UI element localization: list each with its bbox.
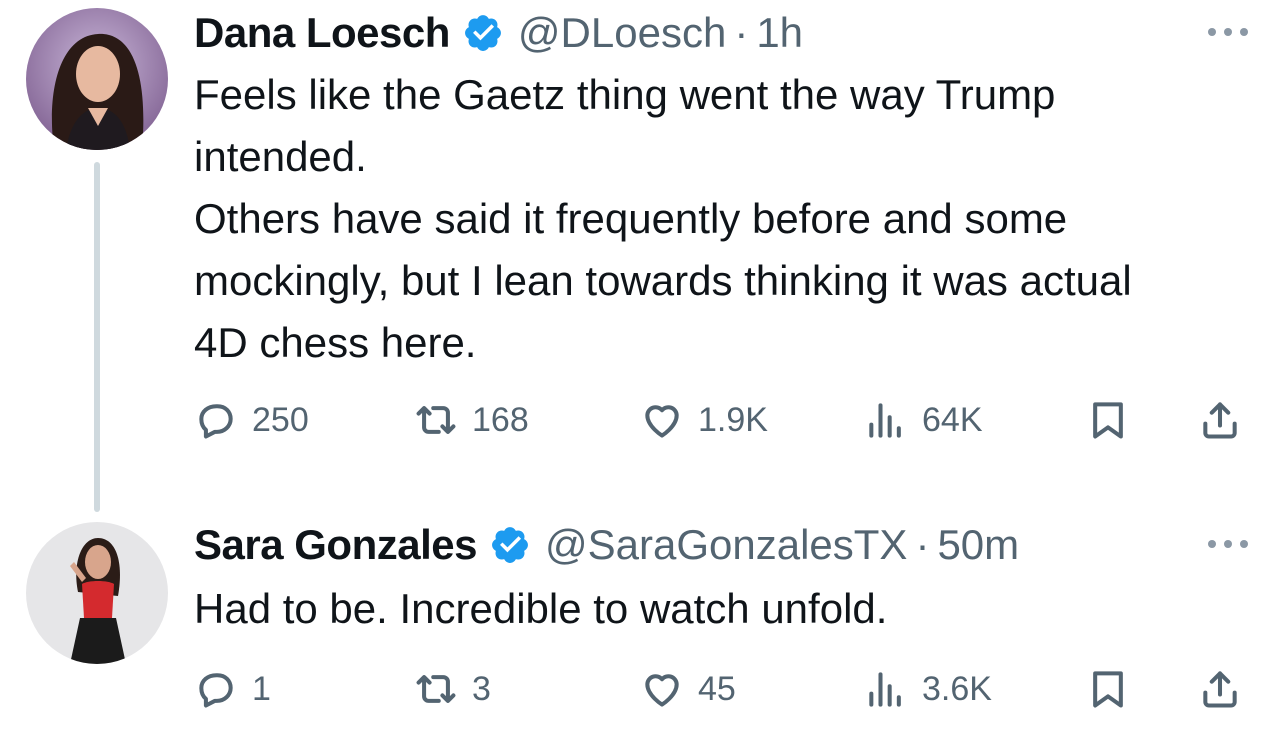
retweet-icon <box>416 675 456 703</box>
reply-icon <box>199 673 233 708</box>
bookmark-icon <box>1093 671 1123 708</box>
avatar[interactable] <box>26 522 168 664</box>
reply-count: 1 <box>252 669 271 708</box>
like-button[interactable]: 45 <box>640 664 736 714</box>
tweet-paragraph: Others have said it frequently before an… <box>194 195 1132 366</box>
bookmark-button[interactable] <box>1086 664 1130 714</box>
reply-icon <box>199 404 233 439</box>
timestamp[interactable]: 1h <box>756 8 803 58</box>
verified-badge-icon <box>492 527 528 563</box>
views-button[interactable]: 3.6K <box>864 664 992 714</box>
views-count: 64K <box>922 400 983 439</box>
reply-button[interactable]: 1 <box>194 664 271 714</box>
author-handle[interactable]: @DLoesch <box>518 8 726 58</box>
views-button[interactable]: 64K <box>864 395 983 445</box>
tweet-header: Sara Gonzales @SaraGonzalesTX · 50m <box>194 520 1019 570</box>
tweet-text: Feels like the Gaetz thing went the way … <box>194 64 1194 374</box>
retweet-button[interactable]: 3 <box>414 664 491 714</box>
verified-badge-icon <box>464 15 501 51</box>
retweet-icon <box>416 406 456 434</box>
separator-dot: · <box>915 521 930 568</box>
share-icon <box>1203 402 1237 439</box>
tweet-paragraph: Feels like the Gaetz thing went the way … <box>194 71 1056 180</box>
views-icon <box>869 403 901 438</box>
like-icon <box>645 674 679 707</box>
retweet-count: 3 <box>472 669 491 708</box>
tweet-text: Had to be. Incredible to watch unfold. <box>194 578 1194 640</box>
author-name[interactable]: Dana Loesch <box>194 8 450 58</box>
tweet-paragraph: Had to be. Incredible to watch unfold. <box>194 585 888 632</box>
like-count: 45 <box>698 669 736 708</box>
retweet-button[interactable]: 168 <box>414 395 529 445</box>
avatar[interactable] <box>26 8 168 150</box>
tweet-actions: 1 3 45 3.6K <box>194 664 1254 714</box>
author-name[interactable]: Sara Gonzales <box>194 520 477 570</box>
share-button[interactable] <box>1198 664 1242 714</box>
retweet-count: 168 <box>472 400 529 439</box>
bookmark-icon <box>1093 402 1123 439</box>
views-count: 3.6K <box>922 669 992 708</box>
share-icon <box>1203 671 1237 708</box>
author-handle[interactable]: @SaraGonzalesTX <box>545 520 907 570</box>
timestamp[interactable]: 50m <box>937 520 1019 570</box>
like-count: 1.9K <box>698 400 768 439</box>
like-button[interactable]: 1.9K <box>640 395 768 445</box>
reply-count: 250 <box>252 400 309 439</box>
views-icon <box>869 672 901 707</box>
more-icon[interactable] <box>1205 534 1251 554</box>
tweet-actions: 250 168 1.9K 64K <box>194 395 1254 445</box>
thread-line <box>94 162 100 512</box>
more-icon[interactable] <box>1205 22 1251 42</box>
like-icon <box>645 405 679 438</box>
separator-dot: · <box>734 9 749 56</box>
share-button[interactable] <box>1198 395 1242 445</box>
bookmark-button[interactable] <box>1086 395 1130 445</box>
tweet-header: Dana Loesch @DLoesch · 1h <box>194 8 803 58</box>
reply-button[interactable]: 250 <box>194 395 309 445</box>
